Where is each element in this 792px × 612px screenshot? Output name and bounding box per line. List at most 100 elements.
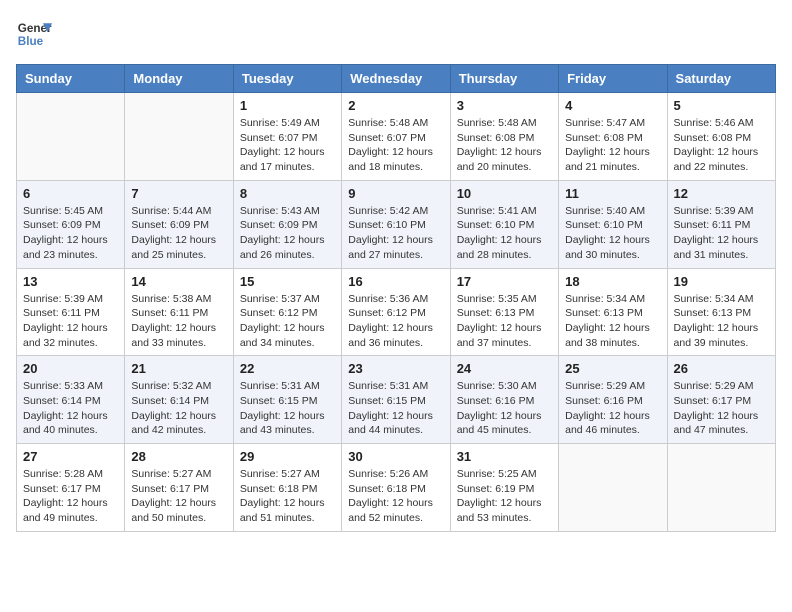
calendar-cell: 24 Sunrise: 5:30 AMSunset: 6:16 PMDayligh… <box>450 356 558 444</box>
day-number: 7 <box>131 186 226 201</box>
logo-icon: General Blue <box>16 16 52 52</box>
day-info: Sunrise: 5:30 AMSunset: 6:16 PMDaylight:… <box>457 379 552 438</box>
day-info: Sunrise: 5:31 AMSunset: 6:15 PMDaylight:… <box>240 379 335 438</box>
calendar-cell: 6 Sunrise: 5:45 AMSunset: 6:09 PMDaylight… <box>17 180 125 268</box>
day-info: Sunrise: 5:31 AMSunset: 6:15 PMDaylight:… <box>348 379 443 438</box>
day-number: 29 <box>240 449 335 464</box>
weekday-header-saturday: Saturday <box>667 65 775 93</box>
day-number: 16 <box>348 274 443 289</box>
day-number: 5 <box>674 98 769 113</box>
day-info: Sunrise: 5:36 AMSunset: 6:12 PMDaylight:… <box>348 292 443 351</box>
svg-text:Blue: Blue <box>18 35 44 48</box>
day-number: 14 <box>131 274 226 289</box>
page-header: General Blue <box>16 16 776 52</box>
day-info: Sunrise: 5:25 AMSunset: 6:19 PMDaylight:… <box>457 467 552 526</box>
day-info: Sunrise: 5:34 AMSunset: 6:13 PMDaylight:… <box>565 292 660 351</box>
day-info: Sunrise: 5:35 AMSunset: 6:13 PMDaylight:… <box>457 292 552 351</box>
day-info: Sunrise: 5:40 AMSunset: 6:10 PMDaylight:… <box>565 204 660 263</box>
day-number: 11 <box>565 186 660 201</box>
day-number: 26 <box>674 361 769 376</box>
day-info: Sunrise: 5:27 AMSunset: 6:18 PMDaylight:… <box>240 467 335 526</box>
day-number: 23 <box>348 361 443 376</box>
calendar-cell <box>667 444 775 532</box>
day-number: 3 <box>457 98 552 113</box>
day-number: 31 <box>457 449 552 464</box>
calendar-cell: 31 Sunrise: 5:25 AMSunset: 6:19 PMDayligh… <box>450 444 558 532</box>
day-number: 28 <box>131 449 226 464</box>
day-info: Sunrise: 5:49 AMSunset: 6:07 PMDaylight:… <box>240 116 335 175</box>
day-info: Sunrise: 5:33 AMSunset: 6:14 PMDaylight:… <box>23 379 118 438</box>
day-info: Sunrise: 5:44 AMSunset: 6:09 PMDaylight:… <box>131 204 226 263</box>
calendar-cell: 8 Sunrise: 5:43 AMSunset: 6:09 PMDaylight… <box>233 180 341 268</box>
day-info: Sunrise: 5:34 AMSunset: 6:13 PMDaylight:… <box>674 292 769 351</box>
calendar-cell: 9 Sunrise: 5:42 AMSunset: 6:10 PMDaylight… <box>342 180 450 268</box>
day-number: 4 <box>565 98 660 113</box>
calendar-cell: 29 Sunrise: 5:27 AMSunset: 6:18 PMDayligh… <box>233 444 341 532</box>
day-number: 8 <box>240 186 335 201</box>
day-number: 21 <box>131 361 226 376</box>
day-info: Sunrise: 5:45 AMSunset: 6:09 PMDaylight:… <box>23 204 118 263</box>
day-info: Sunrise: 5:48 AMSunset: 6:07 PMDaylight:… <box>348 116 443 175</box>
day-info: Sunrise: 5:32 AMSunset: 6:14 PMDaylight:… <box>131 379 226 438</box>
weekday-header-friday: Friday <box>559 65 667 93</box>
day-number: 18 <box>565 274 660 289</box>
day-info: Sunrise: 5:29 AMSunset: 6:17 PMDaylight:… <box>674 379 769 438</box>
day-number: 19 <box>674 274 769 289</box>
day-number: 22 <box>240 361 335 376</box>
day-number: 24 <box>457 361 552 376</box>
calendar-cell: 20 Sunrise: 5:33 AMSunset: 6:14 PMDayligh… <box>17 356 125 444</box>
weekday-header-tuesday: Tuesday <box>233 65 341 93</box>
calendar-cell <box>17 93 125 181</box>
calendar-cell: 10 Sunrise: 5:41 AMSunset: 6:10 PMDayligh… <box>450 180 558 268</box>
day-info: Sunrise: 5:39 AMSunset: 6:11 PMDaylight:… <box>23 292 118 351</box>
day-info: Sunrise: 5:47 AMSunset: 6:08 PMDaylight:… <box>565 116 660 175</box>
day-info: Sunrise: 5:39 AMSunset: 6:11 PMDaylight:… <box>674 204 769 263</box>
weekday-header-thursday: Thursday <box>450 65 558 93</box>
calendar-cell: 1 Sunrise: 5:49 AMSunset: 6:07 PMDaylight… <box>233 93 341 181</box>
weekday-header-monday: Monday <box>125 65 233 93</box>
day-info: Sunrise: 5:28 AMSunset: 6:17 PMDaylight:… <box>23 467 118 526</box>
calendar-cell: 11 Sunrise: 5:40 AMSunset: 6:10 PMDayligh… <box>559 180 667 268</box>
calendar-cell: 13Sunrise: 5:39 AMSunset: 6:11 PMDayligh… <box>17 268 125 356</box>
calendar-table: SundayMondayTuesdayWednesdayThursdayFrid… <box>16 64 776 532</box>
calendar-cell: 7 Sunrise: 5:44 AMSunset: 6:09 PMDaylight… <box>125 180 233 268</box>
day-number: 15 <box>240 274 335 289</box>
day-number: 9 <box>348 186 443 201</box>
day-info: Sunrise: 5:41 AMSunset: 6:10 PMDaylight:… <box>457 204 552 263</box>
calendar-cell: 27 Sunrise: 5:28 AMSunset: 6:17 PMDayligh… <box>17 444 125 532</box>
calendar-cell: 30Sunrise: 5:26 AMSunset: 6:18 PMDayligh… <box>342 444 450 532</box>
day-info: Sunrise: 5:37 AMSunset: 6:12 PMDaylight:… <box>240 292 335 351</box>
day-number: 10 <box>457 186 552 201</box>
day-info: Sunrise: 5:29 AMSunset: 6:16 PMDaylight:… <box>565 379 660 438</box>
calendar-cell: 2Sunrise: 5:48 AMSunset: 6:07 PMDaylight… <box>342 93 450 181</box>
calendar-cell: 26 Sunrise: 5:29 AMSunset: 6:17 PMDayligh… <box>667 356 775 444</box>
calendar-cell: 15 Sunrise: 5:37 AMSunset: 6:12 PMDayligh… <box>233 268 341 356</box>
calendar-cell: 5 Sunrise: 5:46 AMSunset: 6:08 PMDaylight… <box>667 93 775 181</box>
day-number: 20 <box>23 361 118 376</box>
day-number: 12 <box>674 186 769 201</box>
calendar-cell: 18 Sunrise: 5:34 AMSunset: 6:13 PMDayligh… <box>559 268 667 356</box>
calendar-cell: 23 Sunrise: 5:31 AMSunset: 6:15 PMDayligh… <box>342 356 450 444</box>
weekday-header-wednesday: Wednesday <box>342 65 450 93</box>
logo: General Blue <box>16 16 52 52</box>
calendar-cell: 21 Sunrise: 5:32 AMSunset: 6:14 PMDayligh… <box>125 356 233 444</box>
day-info: Sunrise: 5:48 AMSunset: 6:08 PMDaylight:… <box>457 116 552 175</box>
calendar-cell: 28 Sunrise: 5:27 AMSunset: 6:17 PMDayligh… <box>125 444 233 532</box>
calendar-cell: 16 Sunrise: 5:36 AMSunset: 6:12 PMDayligh… <box>342 268 450 356</box>
day-info: Sunrise: 5:38 AMSunset: 6:11 PMDaylight:… <box>131 292 226 351</box>
calendar-cell <box>125 93 233 181</box>
day-info: Sunrise: 5:42 AMSunset: 6:10 PMDaylight:… <box>348 204 443 263</box>
day-info: Sunrise: 5:26 AMSunset: 6:18 PMDaylight:… <box>348 467 443 526</box>
day-number: 27 <box>23 449 118 464</box>
day-number: 6 <box>23 186 118 201</box>
calendar-cell: 19 Sunrise: 5:34 AMSunset: 6:13 PMDayligh… <box>667 268 775 356</box>
day-info: Sunrise: 5:46 AMSunset: 6:08 PMDaylight:… <box>674 116 769 175</box>
calendar-cell: 17Sunrise: 5:35 AMSunset: 6:13 PMDayligh… <box>450 268 558 356</box>
calendar-cell: 12 Sunrise: 5:39 AMSunset: 6:11 PMDayligh… <box>667 180 775 268</box>
day-number: 1 <box>240 98 335 113</box>
calendar-cell: 4 Sunrise: 5:47 AMSunset: 6:08 PMDaylight… <box>559 93 667 181</box>
day-info: Sunrise: 5:27 AMSunset: 6:17 PMDaylight:… <box>131 467 226 526</box>
calendar-cell: 22 Sunrise: 5:31 AMSunset: 6:15 PMDayligh… <box>233 356 341 444</box>
day-info: Sunrise: 5:43 AMSunset: 6:09 PMDaylight:… <box>240 204 335 263</box>
day-number: 25 <box>565 361 660 376</box>
